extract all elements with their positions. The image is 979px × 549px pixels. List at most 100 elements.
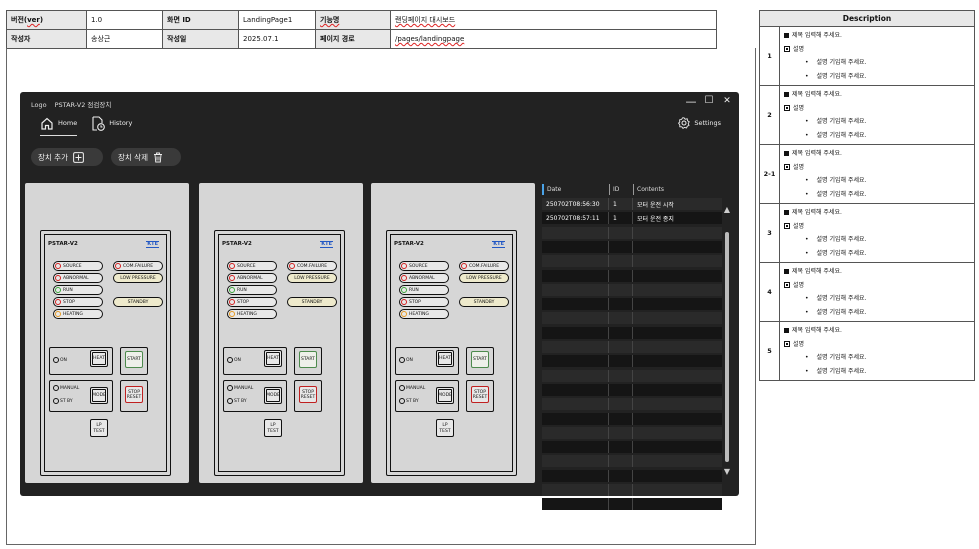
log-row[interactable]	[542, 298, 722, 311]
start-button[interactable]: START	[299, 351, 317, 368]
square-bullet-icon	[784, 328, 789, 333]
nav-history-label: History	[109, 119, 133, 127]
scroll-down-arrow[interactable]: ▼	[723, 467, 731, 476]
on-switch[interactable]: ON	[53, 357, 67, 363]
device-card[interactable]: PSTAR-V2 KTE SOURCE ABNORMAL RUN STOP HEATING C…	[25, 183, 189, 483]
log-row[interactable]: 250702T08:57:11 1 모터 운전 종지	[542, 212, 722, 225]
log-cell-id	[609, 269, 633, 282]
log-scrollbar[interactable]: ▲ ▼	[723, 205, 731, 476]
heat-button[interactable]: HEAT	[90, 350, 108, 367]
log-row[interactable]	[542, 341, 722, 353]
device-card[interactable]: PSTAR-V2 KTE SOURCE ABNORMAL RUN STOP HEATING C…	[199, 183, 363, 483]
device-panel: PSTAR-V2 KTE SOURCE ABNORMAL RUN STOP HEATING C…	[386, 230, 517, 476]
log-row[interactable]	[542, 455, 722, 468]
description-title-text: 제목 입력해 주세요.	[792, 327, 842, 334]
status-led-icon	[401, 311, 407, 317]
low-pressure-indicator: LOW PRESSURE	[113, 273, 163, 283]
heat-button[interactable]: HEAT	[436, 350, 454, 367]
event-log: Date ID Contents 250702T08:56:30 1 모터 운전 시…	[542, 184, 732, 511]
remove-device-button[interactable]: 장치 삭제	[111, 148, 181, 166]
log-row[interactable]	[542, 226, 722, 239]
stop-reset-button[interactable]: STOP RESET	[299, 386, 317, 403]
mode-button[interactable]: MODE	[436, 387, 454, 404]
log-cell-id	[609, 355, 633, 368]
stop-indicator: STOP	[399, 297, 449, 307]
manual-switch[interactable]: MANUAL	[53, 385, 79, 391]
log-cell-id	[609, 469, 633, 482]
mode-button[interactable]: MODE	[90, 387, 108, 404]
brand-logo: KTE	[492, 241, 505, 248]
log-cell-date	[542, 298, 609, 311]
stop-reset-button[interactable]: STOP RESET	[125, 386, 143, 403]
run-indicator: RUN	[227, 285, 277, 295]
log-row[interactable]	[542, 240, 722, 253]
scroll-up-arrow[interactable]: ▲	[723, 205, 731, 214]
scroll-thumb[interactable]	[725, 232, 729, 462]
device-card[interactable]: PSTAR-V2 KTE SOURCE ABNORMAL RUN STOP HEATING C…	[371, 183, 535, 483]
log-row[interactable]: 250702T08:56:30 1 모터 운전 시작	[542, 198, 722, 210]
log-row[interactable]	[542, 312, 722, 325]
selector-dot-icon	[399, 357, 405, 363]
log-cell-id	[609, 426, 633, 439]
log-row[interactable]	[542, 283, 722, 296]
manual-switch[interactable]: MANUAL	[227, 385, 253, 391]
description-row-body: 제목 입력해 주세요. 설명설명 기입해 주세요.설명 기입해 주세요.	[779, 144, 975, 204]
log-cell-date: 250702T08:57:11	[542, 212, 609, 225]
abnormal-indicator: ABNORMAL	[53, 273, 103, 283]
nav-home[interactable]: Home	[40, 114, 78, 136]
device-panel: PSTAR-V2 KTE SOURCE ABNORMAL RUN STOP HEATING C…	[214, 230, 345, 476]
log-row[interactable]	[542, 326, 722, 339]
log-row[interactable]	[542, 469, 722, 482]
log-row[interactable]	[542, 484, 722, 496]
on-switch[interactable]: ON	[399, 357, 413, 363]
close-button[interactable]: ✕	[721, 96, 733, 106]
author-label: 작성자	[6, 29, 87, 49]
mode-button[interactable]: MODE	[264, 387, 282, 404]
maximize-button[interactable]: ☐	[703, 95, 715, 106]
author-value: 송상근	[86, 29, 163, 49]
boxed-dot-icon	[784, 164, 790, 170]
selector-dot-icon	[227, 385, 233, 391]
standby-switch[interactable]: ST BY	[399, 398, 419, 404]
heat-button[interactable]: HEAT	[264, 350, 282, 367]
add-device-button[interactable]: 장치 추가	[31, 148, 103, 166]
lp-test-button[interactable]: LP TEST	[264, 419, 282, 437]
square-bullet-icon	[784, 210, 789, 215]
log-cell-date	[542, 326, 609, 339]
status-led-icon	[55, 311, 61, 317]
stop-reset-button[interactable]: STOP RESET	[471, 386, 489, 403]
com-failure-indicator: COM.FAILURE	[287, 261, 337, 271]
log-cell-id	[609, 298, 633, 311]
manual-switch[interactable]: MANUAL	[399, 385, 425, 391]
page-root: 버전(ver) 1.0 화면 ID LandingPage1 기능명 랜딩페이지…	[0, 0, 979, 549]
description-bullet: 설명 기입해 주세요.	[784, 56, 970, 70]
boxed-dot-icon	[784, 46, 790, 52]
version-value: 1.0	[86, 10, 163, 30]
log-row[interactable]	[542, 426, 722, 439]
log-row[interactable]	[542, 369, 722, 382]
lp-test-button[interactable]: LP TEST	[90, 419, 108, 437]
standby-switch[interactable]: ST BY	[227, 398, 247, 404]
standby-switch[interactable]: ST BY	[53, 398, 73, 404]
minimize-button[interactable]: —	[685, 95, 697, 108]
log-row[interactable]	[542, 498, 722, 511]
log-row[interactable]	[542, 412, 722, 425]
description-label-line: 설명	[784, 338, 970, 352]
log-row[interactable]	[542, 383, 722, 396]
settings-label: Settings	[694, 119, 721, 127]
start-button[interactable]: START	[125, 351, 143, 368]
description-header: Description	[759, 10, 975, 27]
log-row[interactable]	[542, 441, 722, 454]
on-switch[interactable]: ON	[227, 357, 241, 363]
settings-button[interactable]: Settings	[678, 117, 721, 129]
lp-test-button[interactable]: LP TEST	[436, 419, 454, 437]
log-row[interactable]	[542, 269, 722, 282]
heating-indicator: HEATING	[53, 309, 103, 319]
log-row[interactable]	[542, 255, 722, 268]
log-row[interactable]	[542, 398, 722, 411]
description-bullet: 설명 기입해 주세요.	[784, 129, 970, 143]
description-bullet: 설명 기입해 주세요.	[784, 188, 970, 202]
start-button[interactable]: START	[471, 351, 489, 368]
log-row[interactable]	[542, 355, 722, 368]
nav-history[interactable]: History	[91, 114, 132, 132]
